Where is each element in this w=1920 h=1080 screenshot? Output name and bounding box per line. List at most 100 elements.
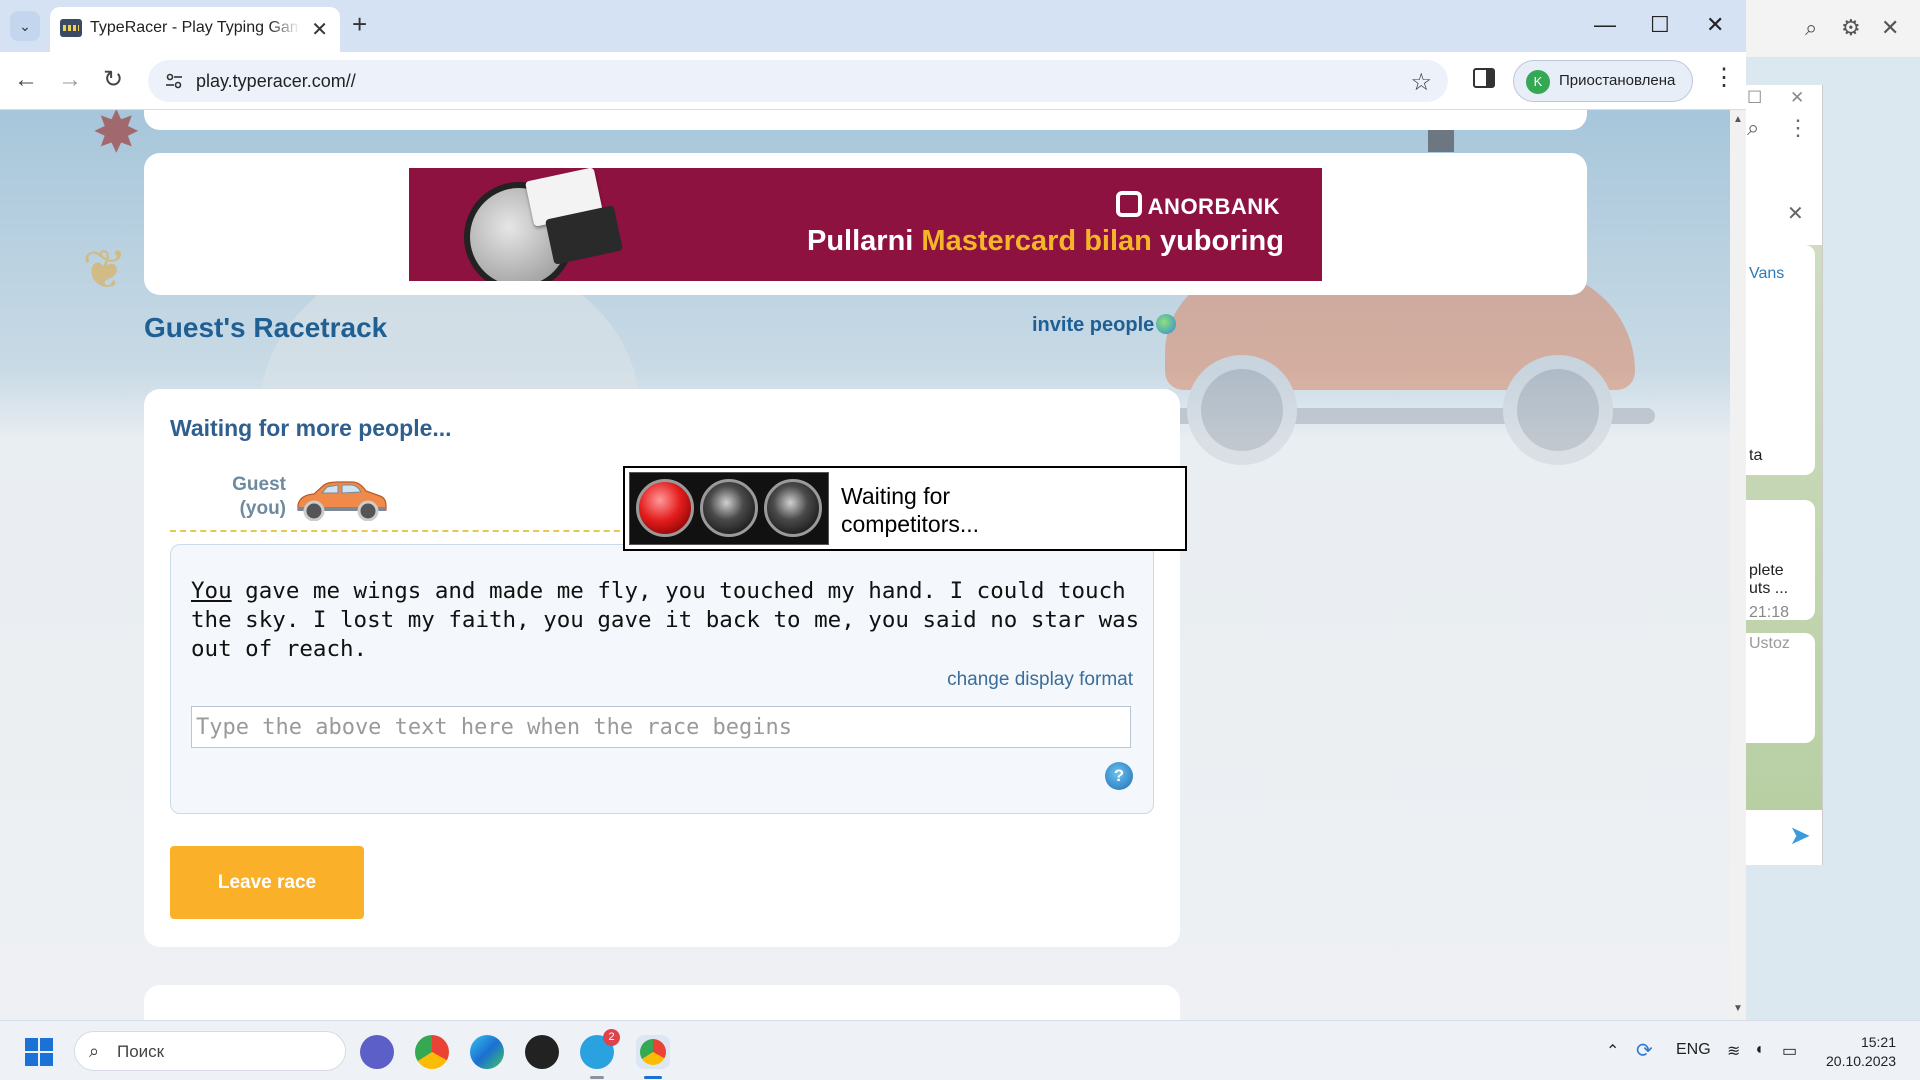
chat-message[interactable]: plete uts ... 21:18 — [1745, 500, 1815, 621]
profile-label: Приостановлена — [1559, 72, 1676, 89]
edge-icon[interactable] — [470, 1035, 504, 1069]
avatar: K — [1526, 70, 1550, 94]
bottom-card — [144, 985, 1180, 1020]
off-light-icon — [764, 479, 822, 537]
kebab-menu-icon[interactable]: ⋮ — [1712, 66, 1736, 90]
gear-icon[interactable]: ⚙ — [1841, 15, 1861, 41]
top-card — [144, 110, 1587, 130]
send-icon[interactable]: ➤ — [1789, 820, 1811, 851]
tab-typeracer[interactable]: TypeRacer - Play Typing Games ✕ — [50, 7, 340, 52]
side-panel-icon[interactable] — [1473, 68, 1495, 88]
chat-text: ta — [1749, 447, 1763, 464]
teams-icon[interactable] — [360, 1035, 394, 1069]
back-arrow-icon[interactable]: ← — [14, 66, 38, 94]
invite-label: invite people — [1032, 314, 1155, 336]
tab-strip: ⌄ TypeRacer - Play Typing Games ✕ + — ☐ … — [0, 0, 1746, 52]
reload-icon[interactable]: ↻ — [103, 66, 123, 94]
windows-start-icon[interactable] — [25, 1038, 53, 1066]
battery-icon[interactable]: ▭ — [1782, 1041, 1797, 1061]
passage-rest: gave me wings and made me fly, you touch… — [191, 578, 1140, 662]
typing-input[interactable] — [191, 706, 1131, 748]
passage-box: You gave me wings and made me fly, you t… — [170, 544, 1154, 814]
close-icon[interactable]: ✕ — [1787, 201, 1804, 226]
browser-toolbar: ← → ↻ play.typeracer.com// ☆ K Приостано… — [0, 52, 1746, 110]
address-bar[interactable]: play.typeracer.com// ☆ — [148, 60, 1448, 102]
invite-plus-icon — [1156, 314, 1177, 334]
search-icon[interactable]: ⌕ — [1747, 115, 1759, 141]
site-info-icon[interactable] — [164, 71, 184, 91]
traffic-light-text: Waiting for competitors... — [841, 483, 980, 537]
bookmark-star-icon[interactable]: ☆ — [1410, 68, 1432, 97]
url-text: play.typeracer.com// — [196, 71, 356, 91]
background-car-wheel — [1503, 355, 1613, 465]
new-tab-button[interactable]: + — [352, 11, 367, 37]
leave-race-button[interactable]: Leave race — [170, 846, 364, 919]
close-icon[interactable]: ✕ — [1881, 15, 1899, 41]
chat-area: Vans ta plete uts ... 21:18 Ustoz — [1745, 245, 1822, 810]
wifi-icon[interactable]: ≋ — [1727, 1041, 1740, 1061]
tab-close-icon[interactable]: ✕ — [311, 17, 328, 42]
search-icon[interactable]: ⌕ — [1805, 15, 1817, 41]
taskbar: ⌕ Поиск 2 ⌃ ⟳ ENG ≋ ◖ ▭ 15:21 20.10.2023 — [0, 1020, 1920, 1080]
background-decoration — [1428, 130, 1454, 152]
running-indicator — [590, 1076, 604, 1079]
minimize-button[interactable]: — — [1594, 12, 1616, 38]
invite-link[interactable]: invite people — [1032, 314, 1177, 337]
time: 15:21 — [1860, 1034, 1896, 1050]
close-button[interactable]: ✕ — [1706, 12, 1724, 38]
change-display-format-link[interactable]: change display format — [947, 669, 1133, 691]
kebab-menu-icon[interactable]: ⋮ — [1787, 115, 1809, 141]
close-icon[interactable]: ✕ — [1790, 88, 1804, 108]
traffic-light-popup: Waiting for competitors... — [623, 466, 1187, 551]
profile-button[interactable]: K Приостановлена — [1513, 60, 1693, 102]
volume-icon[interactable]: ◖ — [1754, 1041, 1764, 1059]
github-icon[interactable] — [525, 1035, 559, 1069]
maximize-icon[interactable]: ☐ — [1747, 88, 1762, 108]
sync-icon[interactable]: ⟳ — [1636, 1038, 1653, 1063]
chrome-icon[interactable] — [415, 1035, 449, 1069]
page-scrollbar[interactable]: ▲ ▼ — [1730, 110, 1746, 1020]
telegram-icon[interactable]: 2 — [580, 1029, 620, 1079]
car-icon — [297, 481, 387, 521]
chat-message[interactable]: Ustoz — [1745, 633, 1815, 743]
chrome-profile-icon[interactable] — [636, 1035, 670, 1079]
maximize-button[interactable]: ☐ — [1650, 12, 1670, 38]
racer-label: Guest (you) — [206, 473, 286, 521]
browser-window: ⌄ TypeRacer - Play Typing Games ✕ + — ☐ … — [0, 0, 1746, 1020]
taskbar-search-label: Поиск — [117, 1042, 165, 1061]
background-window-titlebar: ⌕ ⚙ ✕ — [1745, 0, 1920, 58]
ad-banner[interactable]: ANORBANK Pullarni Mastercard bilan yubor… — [409, 168, 1322, 281]
tab-search-icon[interactable]: ⌄ — [10, 11, 40, 41]
chevron-up-icon[interactable]: ⌃ — [1606, 1041, 1619, 1061]
scroll-down-icon[interactable]: ▼ — [1733, 1003, 1743, 1014]
clock[interactable]: 15:21 20.10.2023 — [1826, 1033, 1896, 1071]
scroll-up-icon[interactable]: ▲ — [1733, 114, 1743, 125]
passage-text: You gave me wings and made me fly, you t… — [191, 577, 1141, 664]
leaf-decoration: ❦ — [82, 240, 128, 300]
ad-slogan: Pullarni Mastercard bilan yuboring — [807, 225, 1284, 258]
chat-message[interactable]: ta — [1745, 445, 1815, 485]
background-car-wheel — [1187, 355, 1297, 465]
typeracer-favicon — [60, 19, 82, 37]
page-title: Guest's Racetrack — [144, 312, 388, 343]
chat-text: Vans — [1749, 265, 1785, 282]
ad-card: ANORBANK Pullarni Mastercard bilan yubor… — [144, 153, 1587, 295]
ad-slogan-post: yuboring — [1151, 225, 1284, 257]
help-icon[interactable]: ? — [1105, 762, 1133, 790]
chat-text: Ustoz — [1749, 635, 1790, 652]
forward-arrow-icon[interactable]: → — [58, 66, 82, 94]
chat-time: 21:18 — [1749, 604, 1790, 621]
track-line — [170, 530, 640, 532]
notification-badge: 2 — [603, 1029, 620, 1046]
racer-tag: (you) — [239, 498, 286, 519]
current-word: You — [191, 578, 232, 604]
taskbar-search[interactable]: ⌕ Поиск — [74, 1031, 346, 1071]
ad-slogan-pre: Pullarni — [806, 225, 922, 257]
telegram-window: ☐ ✕ ⌕ ⋮ ✕ Vans ta plete uts ... 21:18 Us… — [1745, 85, 1823, 865]
language-indicator[interactable]: ENG — [1676, 1041, 1711, 1059]
chat-message[interactable]: Vans — [1745, 245, 1815, 475]
traffic-light — [629, 472, 829, 545]
racer-name: Guest — [232, 474, 286, 495]
tab-title: TypeRacer - Play Typing Games — [90, 19, 300, 36]
date: 20.10.2023 — [1826, 1053, 1897, 1069]
